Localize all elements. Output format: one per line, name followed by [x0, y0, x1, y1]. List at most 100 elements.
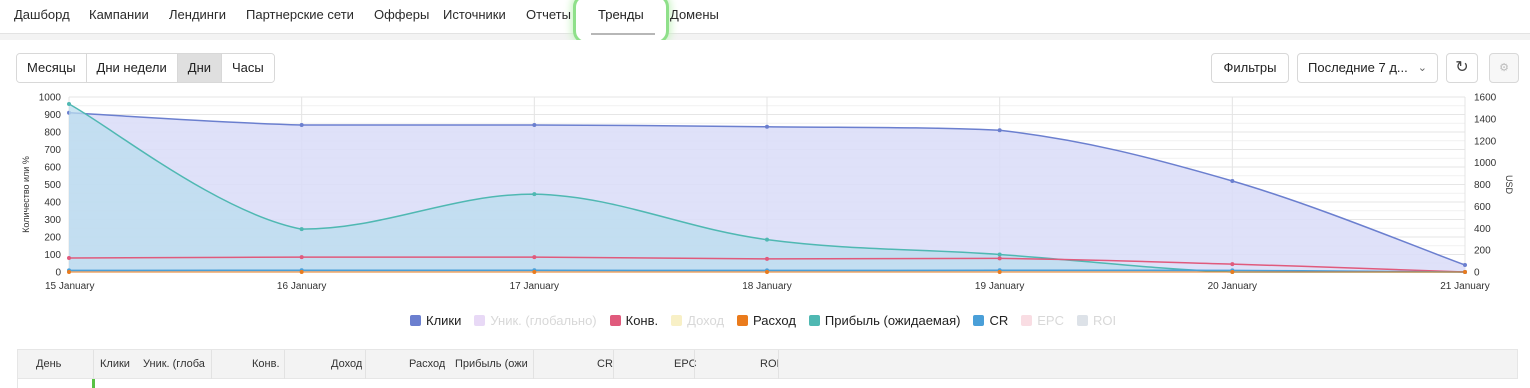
legend-item-cost[interactable]: Расход: [737, 313, 796, 328]
column-header-day[interactable]: День: [36, 358, 61, 370]
legend-label: Расход: [753, 313, 796, 328]
legend-swatch: [808, 315, 820, 326]
legend-item-profit[interactable]: Прибыль (ожидаемая): [808, 313, 961, 328]
legend-label: ROI: [1092, 313, 1117, 328]
nav-item-landings[interactable]: Лендинги: [169, 7, 226, 22]
y-right-tick-label: 600: [1474, 202, 1491, 213]
segment-months[interactable]: Месяцы: [17, 54, 87, 82]
legend-item-cr[interactable]: CR: [973, 313, 1008, 328]
segment-hours[interactable]: Часы: [222, 54, 274, 82]
legend-swatch: [1076, 315, 1088, 326]
segment-days[interactable]: Дни: [177, 54, 223, 82]
data-point-conversions: [1230, 262, 1235, 267]
y-left-tick-label: 400: [44, 198, 61, 209]
column-divider: [211, 350, 212, 380]
legend-swatch: [737, 315, 749, 326]
column-header-profit[interactable]: Прибыль (ожи: [455, 358, 533, 370]
column-divider: [613, 350, 614, 380]
data-point-profit: [765, 237, 769, 242]
data-point-profit: [997, 252, 1002, 257]
y-right-tick-label: 1000: [1474, 158, 1497, 169]
column-header-conversions[interactable]: Конв.: [252, 358, 280, 370]
y-left-tick-label: 800: [44, 128, 61, 139]
y-left-tick-label: 700: [44, 145, 61, 156]
legend-label: Уник. (глобально): [490, 313, 597, 328]
nav-item-campaigns[interactable]: Кампании: [89, 7, 149, 22]
x-tick-label: 17 January: [510, 281, 559, 292]
y-left-tick-label: 200: [44, 233, 61, 244]
legend-item-unique[interactable]: Уник. (глобально): [474, 313, 597, 328]
table-row: [17, 379, 1518, 388]
data-point-conversions: [997, 256, 1002, 261]
column-header-cr[interactable]: CR: [597, 358, 613, 370]
data-point-cost: [299, 270, 304, 274]
legend-swatch: [474, 315, 486, 326]
data-point-conversions: [765, 256, 769, 261]
data-point-cost: [765, 270, 769, 274]
period-select[interactable]: Последние 7 д... ⌄: [1297, 53, 1438, 83]
refresh-icon: ↻: [1455, 59, 1469, 76]
gear-icon: ⚙: [1499, 62, 1509, 74]
nav-item-trends[interactable]: Тренды: [598, 7, 644, 22]
nav-item-dashboard[interactable]: Дашборд: [14, 7, 70, 22]
legend-label: CR: [989, 313, 1009, 328]
x-tick-label: 20 January: [1208, 281, 1257, 292]
y-right-tick-label: 1200: [1474, 136, 1497, 147]
chart-legend: Клики Уник. (глобально) Конв. Доход Расход Пр…: [410, 313, 1129, 328]
data-point-cost: [67, 270, 71, 274]
data-point-cost: [997, 270, 1002, 274]
legend-item-clicks[interactable]: Клики: [410, 313, 461, 328]
y-right-tick-label: 1400: [1474, 114, 1497, 125]
legend-label: Прибыль (ожидаемая): [824, 313, 961, 328]
data-point-cost: [1230, 270, 1235, 274]
data-point-clicks: [765, 124, 769, 129]
data-point-cost: [1463, 270, 1467, 274]
nav-item-affiliate-networks[interactable]: Партнерские сети: [246, 7, 354, 22]
y-left-tick-label: 500: [44, 180, 61, 191]
trends-chart: 0 100 200 300 400 500 600 700 800 900 1000 0 200 400 6…: [21, 93, 1514, 293]
legend-item-revenue[interactable]: Доход: [671, 313, 724, 328]
column-header-cost[interactable]: Расход: [409, 358, 445, 370]
refresh-button[interactable]: ↻: [1446, 53, 1478, 83]
y-right-tick-label: 200: [1474, 246, 1491, 257]
chevron-down-icon: ⌄: [1417, 62, 1427, 74]
legend-item-epc[interactable]: EPC: [1021, 313, 1064, 328]
legend-label: Конв.: [625, 313, 659, 328]
data-point-clicks: [532, 123, 537, 127]
nav-item-offers[interactable]: Офферы: [374, 7, 429, 22]
granularity-segmented-control: Месяцы Дни недели Дни Часы: [16, 53, 275, 83]
y-left-tick-label: 900: [44, 110, 61, 121]
column-header-clicks[interactable]: Клики: [100, 358, 130, 370]
data-point-clicks: [1230, 179, 1235, 183]
column-divider: [694, 350, 695, 380]
nav-item-domains[interactable]: Домены: [670, 7, 719, 22]
column-header-unique[interactable]: Уник. (глоба: [143, 358, 209, 370]
legend-swatch: [410, 315, 421, 326]
legend-swatch: [671, 315, 683, 326]
x-tick-label: 19 January: [975, 281, 1024, 292]
legend-label: EPC: [1037, 313, 1064, 328]
column-header-roi[interactable]: ROI: [760, 358, 780, 370]
data-point-clicks: [299, 123, 304, 127]
segment-weekdays[interactable]: Дни недели: [86, 54, 178, 82]
column-divider: [93, 350, 94, 380]
data-point-conversions: [299, 255, 304, 260]
top-navigation: Дашборд Кампании Лендинги Партнерские се…: [0, 0, 1530, 44]
nav-item-reports[interactable]: Отчеты: [526, 7, 571, 22]
period-select-value: Последние 7 д...: [1308, 60, 1408, 75]
legend-swatch: [1021, 315, 1033, 326]
column-header-revenue[interactable]: Доход: [331, 358, 362, 370]
data-point-profit: [532, 192, 537, 197]
filters-button[interactable]: Фильтры: [1211, 53, 1289, 83]
y-left-tick-label: 300: [44, 215, 61, 226]
row-status-indicator: [92, 379, 95, 388]
data-point-conversions: [532, 255, 537, 260]
x-tick-label: 16 January: [277, 281, 326, 292]
legend-label: Доход: [687, 313, 725, 328]
legend-item-conversions[interactable]: Конв.: [609, 313, 659, 328]
settings-button[interactable]: ⚙: [1489, 53, 1519, 83]
legend-item-roi[interactable]: ROI: [1076, 313, 1117, 328]
nav-item-sources[interactable]: Источники: [443, 7, 506, 22]
y-right-tick-label: 0: [1474, 268, 1480, 279]
column-divider: [533, 350, 534, 380]
